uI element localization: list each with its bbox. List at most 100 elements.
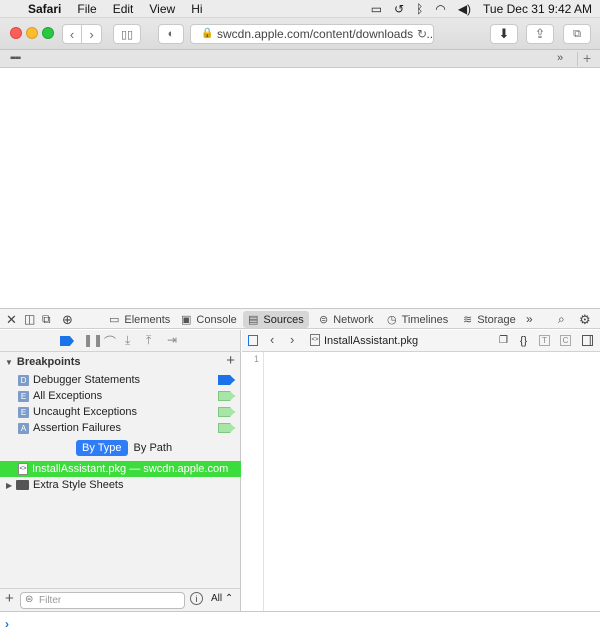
resource-extra-style-sheets[interactable]: ▶ Extra Style Sheets	[0, 477, 241, 493]
tab-console[interactable]: ▣ Console	[176, 311, 242, 328]
web-content[interactable]	[0, 69, 600, 308]
menu-hi[interactable]: Hi	[191, 2, 202, 16]
copy-icon[interactable]: ❐	[498, 335, 509, 346]
zoom-window-button[interactable]	[42, 27, 54, 39]
step-into-icon[interactable]: ⤓	[125, 333, 130, 348]
breakpoint-uncaught-exceptions[interactable]: E Uncaught Exceptions	[0, 404, 241, 420]
resource-install-assistant[interactable]: <> InstallAssistant.pkg — swcdn.apple.co…	[0, 461, 241, 477]
menu-bar: Safari File Edit View Hi ▭ ↺ ᛒ ◠ ◀) Tue …	[0, 0, 600, 18]
privacy-report-button[interactable]: ◐	[158, 24, 184, 44]
prompt-chevron-icon: ›	[5, 617, 9, 631]
breakpoint-flag-icon[interactable]	[218, 391, 235, 401]
tab-timelines[interactable]: ◷ Timelines	[382, 311, 453, 328]
chevron-left-icon[interactable]: ‹	[270, 332, 274, 347]
back-button[interactable]: ‹	[62, 24, 82, 44]
breakpoint-assertion-failures[interactable]: A Assertion Failures	[0, 420, 241, 436]
volume-icon[interactable]: ◀)	[458, 2, 471, 16]
chevron-right-icon: ›	[89, 26, 94, 42]
breakpoint-badge-icon: E	[18, 390, 29, 402]
disclosure-down-icon[interactable]: ▼	[5, 358, 13, 367]
tab-storage[interactable]: ≋ Storage	[458, 311, 521, 328]
sidebar-filter-bar: + ⊜ Filter i All ⌃	[0, 588, 241, 610]
add-breakpoint-icon[interactable]: +	[226, 352, 235, 369]
chevron-right-icon[interactable]: ›	[290, 332, 294, 347]
reload-icon[interactable]: ↻	[412, 27, 427, 41]
info-icon[interactable]: i	[190, 592, 203, 605]
pause-icon[interactable]: ❚❚	[83, 333, 103, 347]
new-tab-icon[interactable]: +	[583, 50, 591, 66]
file-icon: <>	[18, 463, 28, 475]
breakpoint-flag-icon[interactable]	[218, 375, 235, 385]
step-out-icon[interactable]: ⤒	[146, 333, 151, 348]
search-icon[interactable]: ⌕	[558, 312, 565, 327]
tab-elements[interactable]: ▭ Elements	[104, 311, 175, 328]
coverage-icon[interactable]: C	[560, 335, 571, 346]
wifi-icon[interactable]: ◠	[435, 2, 445, 16]
pretty-print-icon[interactable]: {}	[518, 335, 529, 347]
status-area: ▭ ↺ ᛒ ◠ ◀) Tue Dec 31 9:42 AM	[371, 0, 592, 18]
storage-icon: ≋	[463, 314, 473, 326]
sidebar-toggle-button[interactable]: ▯▯	[113, 24, 141, 44]
menu-file[interactable]: File	[77, 2, 96, 16]
tabs-icon: ⧉	[573, 27, 581, 40]
dock-side-icon[interactable]: ◫	[24, 312, 35, 326]
details-sidebar-icon[interactable]: ▕	[582, 335, 593, 346]
forward-button[interactable]: ›	[82, 24, 102, 44]
sources-sidebar: ❚❚ ⌒ ⤓ ⤒ ⇥ ▼ Breakpoints + D Debugger St…	[0, 330, 241, 611]
menu-view[interactable]: View	[149, 2, 175, 16]
breakpoint-debugger-statements[interactable]: D Debugger Statements	[0, 372, 241, 388]
more-tabs-icon[interactable]: »	[557, 52, 563, 64]
time-machine-icon[interactable]: ↺	[394, 2, 404, 16]
share-button[interactable]: ⇪	[526, 24, 554, 44]
close-window-button[interactable]	[10, 27, 22, 39]
gear-icon[interactable]: ⚙	[579, 312, 591, 328]
type-icon[interactable]: T	[539, 335, 550, 346]
disclosure-right-icon[interactable]: ▶	[6, 481, 16, 490]
breakpoint-badge-icon: D	[18, 374, 29, 386]
bluetooth-icon[interactable]: ᛒ	[416, 2, 423, 16]
folder-icon	[16, 480, 29, 490]
navigation-sidebar-toggle-icon[interactable]	[248, 335, 258, 346]
breakpoints-header[interactable]: ▼ Breakpoints +	[0, 352, 241, 371]
menu-app-name[interactable]: Safari	[28, 2, 61, 16]
grid-icon[interactable]: ▪▪▪▪	[10, 53, 21, 64]
scope-select[interactable]: All ⌃	[211, 593, 233, 604]
source-toolbar: ‹ › <> InstallAssistant.pkg ❐ {} T C ▕	[242, 330, 600, 352]
by-type-button[interactable]: By Type	[76, 440, 128, 456]
downloads-button[interactable]: ⬇	[490, 24, 518, 44]
breakpoint-flag-icon[interactable]	[218, 407, 235, 417]
address-bar[interactable]: 🔒 swcdn.apple.com/content/downloads/0...…	[190, 24, 434, 44]
address-text: swcdn.apple.com/content/downloads/0...	[217, 27, 434, 41]
airplay-icon[interactable]: ▭	[371, 2, 382, 16]
minimize-window-button[interactable]	[26, 27, 38, 39]
menu-edit[interactable]: Edit	[113, 2, 134, 16]
breakpoint-badge-icon: A	[18, 422, 29, 434]
share-icon: ⇪	[534, 26, 546, 41]
inspector-tab-bar: ✕ ◫ ⧉ ⊕ ▭ Elements ▣ Console ▤ Sources ⊜ Net…	[0, 308, 600, 329]
by-path-button[interactable]: By Path	[128, 440, 179, 456]
source-filename: InstallAssistant.pkg	[324, 335, 419, 347]
console-icon: ▣	[181, 314, 192, 326]
debugger-controls: ❚❚ ⌒ ⤓ ⤒ ⇥	[0, 330, 241, 352]
sidebar-icon: ▯▯	[120, 28, 134, 41]
clock[interactable]: Tue Dec 31 9:42 AM	[483, 2, 592, 16]
console-prompt[interactable]: ›	[0, 611, 600, 638]
tab-sources[interactable]: ▤ Sources	[243, 311, 309, 328]
more-tabs-icon[interactable]: »	[526, 312, 533, 326]
close-inspector-icon[interactable]: ✕	[6, 312, 17, 328]
lock-icon: 🔒	[201, 28, 214, 39]
chevron-left-icon: ‹	[69, 26, 75, 42]
add-icon[interactable]: +	[5, 590, 14, 607]
breakpoint-all-exceptions[interactable]: E All Exceptions	[0, 388, 241, 404]
undock-icon[interactable]: ⧉	[42, 312, 51, 327]
filter-input[interactable]: ⊜ Filter	[20, 592, 185, 609]
shield-icon: ◐	[167, 28, 175, 40]
breakpoint-flag-icon[interactable]	[218, 423, 235, 433]
element-picker-icon[interactable]: ⊕	[62, 312, 73, 328]
step-over-icon[interactable]: ⌒	[104, 333, 116, 350]
source-viewer: ‹ › <> InstallAssistant.pkg ❐ {} T C ▕ 1	[242, 330, 600, 611]
tabs-overview-button[interactable]: ⧉	[563, 24, 591, 44]
step-icon[interactable]: ⇥	[167, 333, 177, 347]
breakpoints-toggle-icon[interactable]	[60, 336, 74, 346]
tab-network[interactable]: ⊜ Network	[314, 311, 379, 328]
